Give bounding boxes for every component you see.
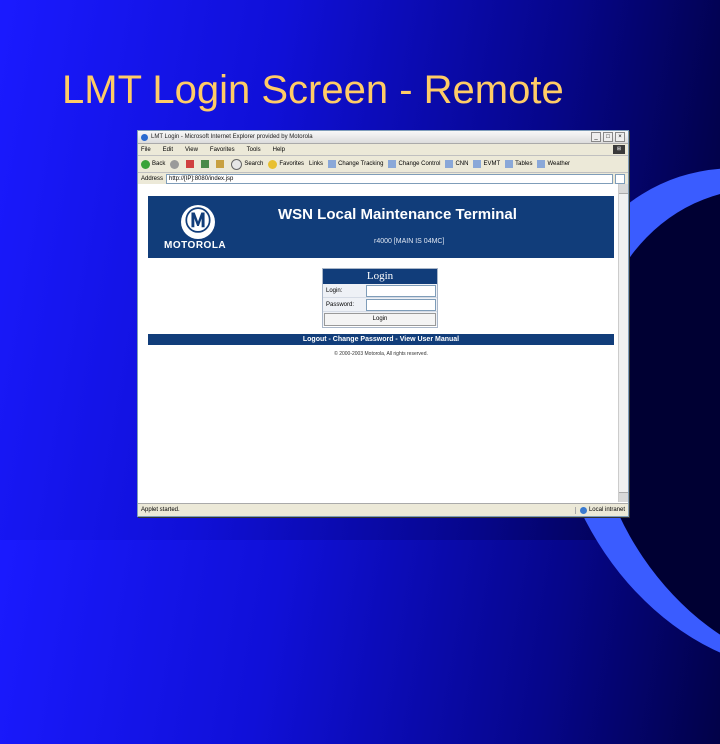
links-button[interactable]: Links (309, 161, 323, 167)
zone-label: Local intranet (588, 507, 625, 513)
status-bar: Applet started. Local intranet (138, 503, 628, 516)
search-icon (231, 158, 243, 170)
login-button[interactable]: Login (324, 312, 436, 326)
link-icon (537, 160, 546, 168)
login-heading: Login (323, 269, 437, 284)
security-zone: Local intranet (574, 506, 625, 514)
status-text: Applet started. (141, 507, 180, 513)
ie-icon (141, 133, 148, 141)
scroll-down-icon[interactable] (619, 492, 628, 502)
link-icon (473, 160, 482, 168)
link-label: EVMT (483, 161, 501, 167)
login-label: Login: (326, 287, 343, 294)
toolbar: Back Search Favorites Links Change Track… (138, 156, 628, 173)
header-banner: Ⓜ MOTOROLA WSN Local Maintenance Termina… (148, 196, 614, 258)
menu-edit[interactable]: Edit (163, 147, 173, 153)
back-button[interactable]: Back (141, 159, 166, 169)
close-button[interactable]: × (615, 132, 625, 142)
address-input[interactable]: http://[IP]:8080/index.jsp (166, 174, 613, 184)
links-bar[interactable]: Logout - Change Password - View User Man… (148, 334, 614, 345)
refresh-button[interactable] (201, 160, 211, 168)
copyright-text: © 2000-2003 Motorola, All rights reserve… (334, 351, 428, 357)
link-label: Change Tracking (338, 161, 384, 167)
menu-bar: File Edit View Favorites Tools Help ⊞ (138, 144, 628, 156)
star-icon (268, 159, 278, 169)
minimize-button[interactable]: _ (591, 132, 601, 142)
home-button[interactable] (216, 160, 226, 168)
forward-button[interactable] (170, 159, 181, 169)
menu-file[interactable]: File (141, 147, 151, 153)
link-change-control[interactable]: Change Control (388, 160, 440, 168)
menu-view[interactable]: View (185, 147, 198, 153)
link-label: Tables (515, 161, 533, 167)
link-change-tracking[interactable]: Change Tracking (328, 160, 383, 168)
link-tables[interactable]: Tables (505, 160, 532, 168)
favorites-button[interactable]: Favorites (268, 159, 305, 169)
motorola-logo-icon: Ⓜ (184, 207, 211, 237)
password-label: Password: (326, 301, 355, 308)
link-evmt[interactable]: EVMT (473, 160, 500, 168)
page-content: Ⓜ MOTOROLA WSN Local Maintenance Termina… (138, 184, 618, 502)
stop-button[interactable] (186, 160, 196, 168)
window-title: LMT Login - Microsoft Internet Explorer … (151, 134, 313, 140)
password-input[interactable] (366, 298, 436, 311)
maximize-button[interactable]: □ (603, 132, 613, 142)
menu-tools[interactable]: Tools (247, 147, 261, 153)
stop-icon (186, 160, 195, 168)
back-arrow-icon (141, 159, 150, 169)
search-button[interactable]: Search (231, 158, 264, 170)
link-label: CNN (455, 161, 469, 167)
menu-help[interactable]: Help (273, 147, 285, 153)
browser-window: LMT Login - Microsoft Internet Explorer … (137, 130, 629, 517)
go-button[interactable] (615, 174, 625, 184)
brand-name: MOTOROLA (164, 240, 227, 251)
link-cnn[interactable]: CNN (445, 160, 468, 168)
link-label: Change Control (398, 161, 441, 167)
forward-arrow-icon (170, 159, 180, 169)
search-label: Search (244, 161, 264, 167)
link-icon (445, 160, 454, 168)
password-row: Password: (323, 298, 437, 312)
menu-favorites[interactable]: Favorites (210, 147, 235, 153)
slide-title: LMT Login Screen - Remote (62, 68, 564, 112)
app-subtitle: r4000 [MAIN IS 04MC] (374, 238, 445, 245)
login-row: Login: (323, 284, 437, 298)
app-title: WSN Local Maintenance Terminal (278, 206, 517, 223)
motorola-logo: Ⓜ (181, 205, 215, 239)
refresh-icon (201, 160, 210, 168)
globe-icon (579, 506, 587, 514)
link-icon (505, 160, 514, 168)
title-bar: LMT Login - Microsoft Internet Explorer … (138, 131, 628, 144)
login-form: Login Login: Password: Login (322, 268, 438, 328)
windows-flag-icon: ⊞ (613, 145, 625, 154)
link-icon (388, 160, 397, 168)
link-icon (328, 160, 337, 168)
login-input[interactable] (366, 284, 436, 297)
vertical-scrollbar[interactable] (618, 184, 628, 502)
link-label: Weather (547, 161, 571, 167)
back-label: Back (152, 161, 166, 167)
scroll-up-icon[interactable] (619, 184, 628, 194)
login-button-row: Login (323, 312, 437, 326)
address-label: Address (141, 176, 164, 182)
link-weather[interactable]: Weather (537, 160, 570, 168)
favorites-label: Favorites (279, 161, 305, 167)
home-icon (216, 160, 225, 168)
links-label: Links (309, 161, 324, 167)
